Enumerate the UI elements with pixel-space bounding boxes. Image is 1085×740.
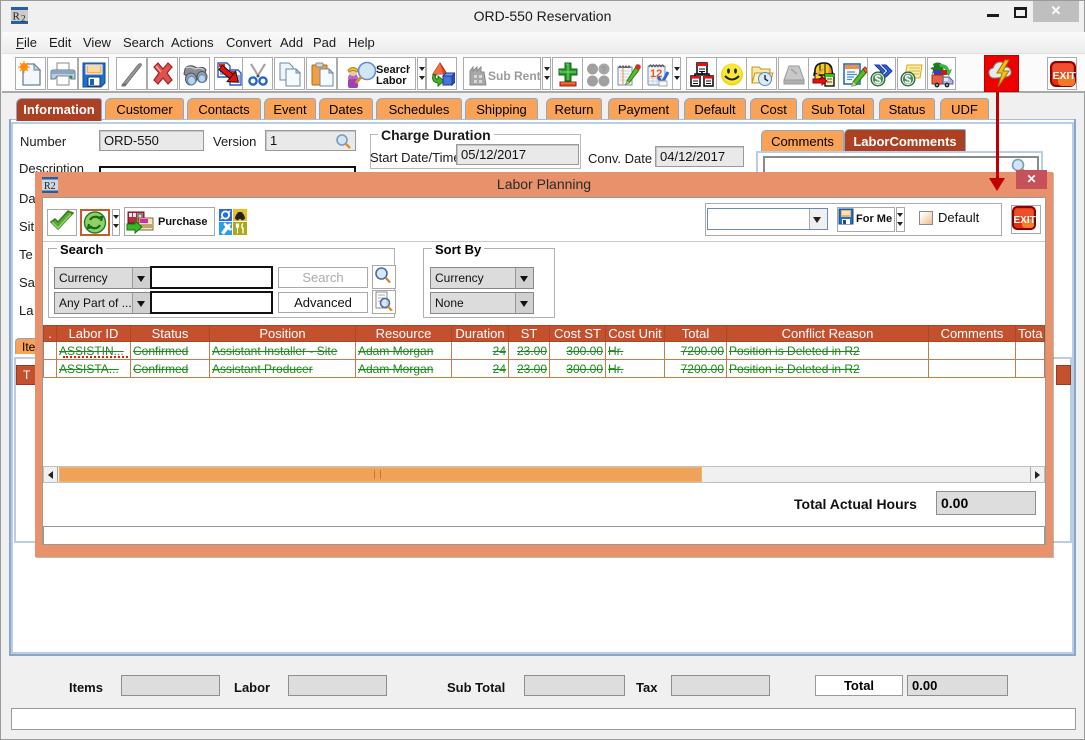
- svg-text:Sub Rent: Sub Rent: [488, 69, 540, 83]
- svg-text:Labor: Labor: [376, 75, 407, 87]
- svg-text:2: 2: [21, 14, 26, 24]
- svg-text:EXIT: EXIT: [1014, 215, 1036, 226]
- svg-text:$: $: [875, 73, 882, 87]
- svg-text:$: $: [905, 73, 912, 87]
- svg-text:?: ?: [601, 65, 606, 75]
- svg-text:R: R: [13, 11, 21, 23]
- svg-text:EXIT: EXIT: [1053, 70, 1077, 82]
